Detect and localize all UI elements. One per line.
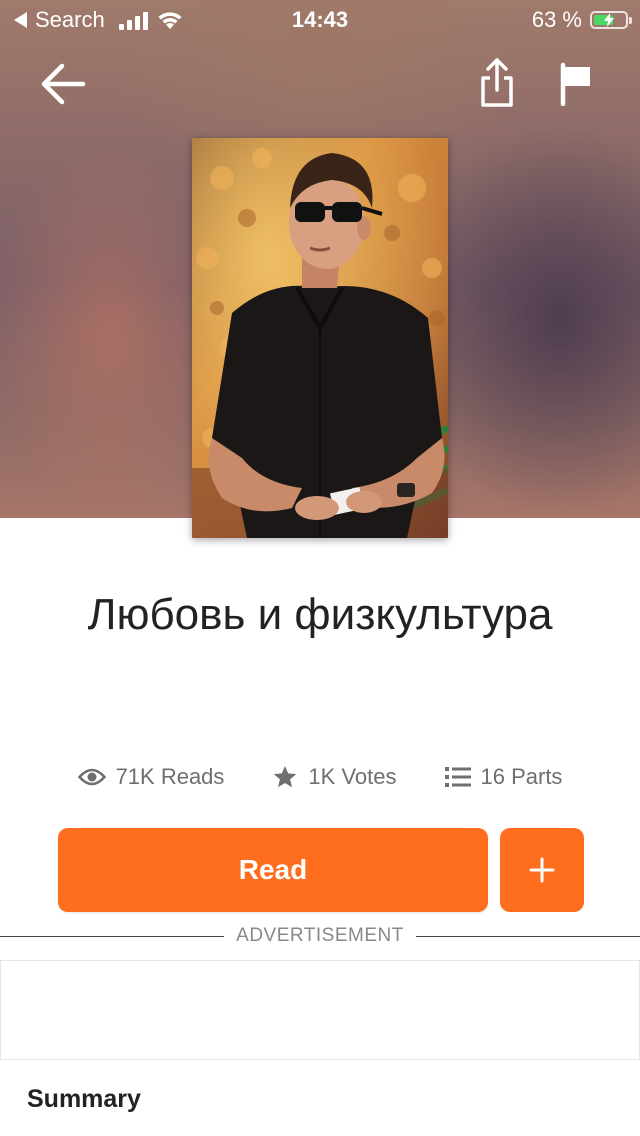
- battery-percent: 63 %: [531, 7, 582, 32]
- battery-icon: [590, 11, 632, 29]
- plus-icon: [529, 857, 555, 883]
- wifi-icon: [158, 12, 182, 29]
- stat-reads: 71K Reads: [77, 764, 225, 790]
- charging-bolt-icon: [604, 13, 614, 27]
- back-triangle-icon: [14, 12, 27, 28]
- read-button-label: Read: [238, 854, 308, 885]
- cellular-signal-icon: [118, 10, 148, 30]
- read-button[interactable]: Read: [58, 828, 488, 912]
- flag-icon[interactable]: [558, 62, 594, 106]
- add-to-library-button[interactable]: [500, 828, 584, 912]
- share-icon[interactable]: [478, 58, 516, 110]
- advertisement-divider: ADVERTISEMENT: [0, 924, 640, 950]
- story-title: Любовь и физкультура: [87, 590, 553, 639]
- divider-line-right: [416, 936, 640, 937]
- star-icon: [274, 766, 297, 788]
- stat-votes: 1K Votes: [272, 764, 397, 790]
- status-back-app-label: Search: [35, 7, 105, 32]
- story-stats: 71K Reads 1K Votes 16 Parts: [0, 764, 640, 790]
- advertisement-slot[interactable]: [0, 960, 640, 1060]
- back-arrow-icon[interactable]: [40, 62, 86, 106]
- parts-count: 16 Parts: [480, 764, 563, 789]
- list-icon: [444, 767, 471, 787]
- votes-count: 1K Votes: [308, 764, 397, 789]
- status-right: 63 %: [531, 7, 632, 33]
- story-cover-image[interactable]: [192, 138, 448, 538]
- cover-photo: [192, 138, 448, 538]
- status-bar: Search 14:43 63 %: [0, 0, 640, 40]
- status-back-to-app[interactable]: Search: [14, 7, 184, 33]
- stat-parts: 16 Parts: [444, 764, 563, 790]
- reads-count: 71K Reads: [115, 764, 225, 789]
- summary-heading: Summary: [27, 1085, 141, 1113]
- eye-icon: [77, 768, 106, 786]
